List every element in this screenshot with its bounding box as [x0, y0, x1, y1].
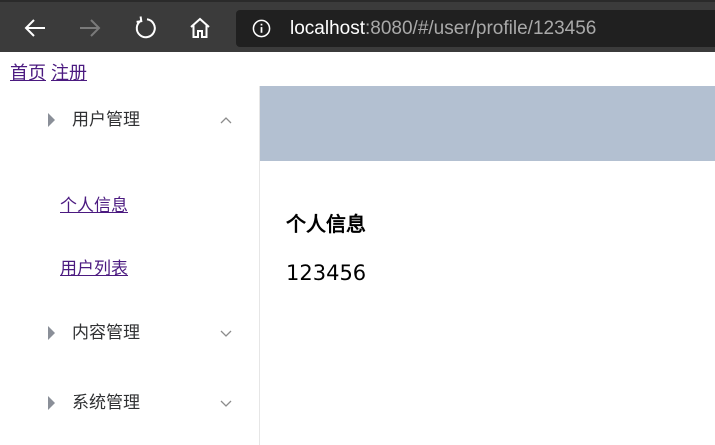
menu-title: 用户管理	[72, 110, 140, 130]
main-content: 个人信息 123456	[260, 161, 715, 445]
url-text[interactable]: localhost:8080/#/user/profile/123456	[290, 17, 596, 41]
menu-content-management[interactable]: 内容管理	[0, 305, 259, 361]
url-path: :8080/#/user/profile/123456	[365, 18, 597, 39]
address-bar[interactable]: localhost:8080/#/user/profile/123456	[236, 10, 715, 47]
menu-title: 系统管理	[72, 393, 140, 413]
caret-right-icon	[48, 113, 55, 127]
menu-title: 内容管理	[72, 323, 140, 343]
user-id-value: 123456	[286, 261, 367, 285]
refresh-button[interactable]	[127, 10, 163, 46]
page-title: 个人信息	[286, 212, 366, 236]
chevron-up-icon	[220, 117, 232, 124]
back-arrow-icon	[24, 19, 45, 37]
back-button[interactable]	[17, 10, 53, 46]
menu-system-management[interactable]: 系统管理	[0, 375, 259, 431]
page-header	[260, 86, 715, 161]
menu-item-user-list[interactable]: 用户列表	[60, 257, 128, 281]
browser-toolbar: localhost:8080/#/user/profile/123456	[0, 0, 715, 52]
refresh-icon	[135, 16, 156, 39]
caret-right-icon	[48, 326, 55, 340]
home-icon	[190, 17, 210, 38]
register-link[interactable]: 注册	[51, 63, 87, 84]
caret-right-icon	[48, 396, 55, 410]
url-host: localhost	[290, 18, 365, 39]
home-button[interactable]	[182, 10, 218, 46]
top-nav: 首页 注册	[10, 62, 87, 86]
chevron-down-icon	[220, 400, 232, 407]
sidebar: 用户管理 个人信息 用户列表 内容管理 系统管理	[0, 86, 260, 445]
chevron-down-icon	[220, 330, 232, 337]
menu-item-profile[interactable]: 个人信息	[60, 194, 128, 218]
forward-button[interactable]	[72, 10, 108, 46]
forward-arrow-icon	[80, 19, 101, 37]
menu-user-management[interactable]: 用户管理	[0, 92, 259, 148]
home-link[interactable]: 首页	[10, 63, 46, 84]
info-icon[interactable]	[252, 19, 271, 38]
